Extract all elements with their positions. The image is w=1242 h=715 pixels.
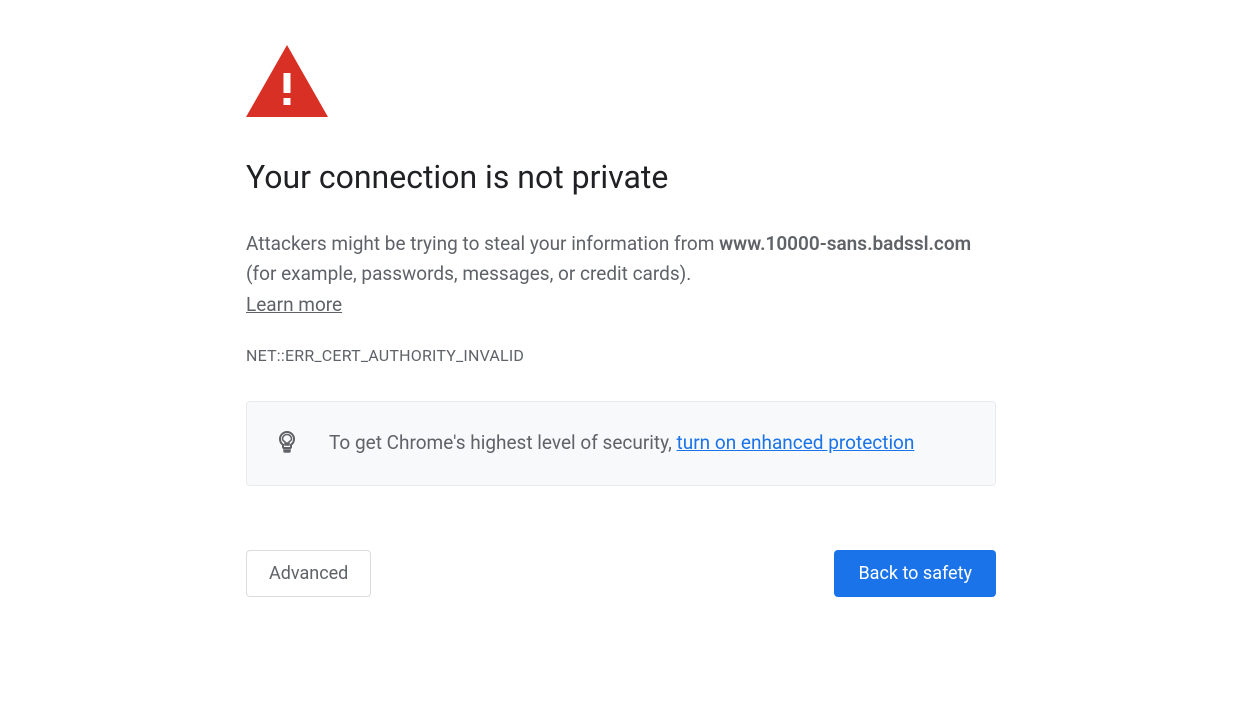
advanced-button[interactable]: Advanced — [246, 550, 371, 597]
back-to-safety-button[interactable]: Back to safety — [834, 550, 996, 597]
enhanced-protection-tip: To get Chrome's highest level of securit… — [246, 401, 996, 485]
enhanced-protection-link[interactable]: turn on enhanced protection — [677, 431, 915, 454]
body-suffix: (for example, passwords, messages, or cr… — [246, 262, 691, 285]
tip-text: To get Chrome's highest level of securit… — [329, 428, 914, 458]
error-code: NET::ERR_CERT_AUTHORITY_INVALID — [246, 346, 996, 365]
button-row: Advanced Back to safety — [246, 550, 996, 597]
ssl-error-page: Your connection is not private Attackers… — [246, 0, 996, 597]
learn-more-link[interactable]: Learn more — [246, 293, 342, 316]
warning-icon — [246, 45, 996, 117]
lightbulb-icon — [275, 430, 299, 458]
body-prefix: Attackers might be trying to steal your … — [246, 232, 719, 255]
tip-prefix: To get Chrome's highest level of securit… — [329, 431, 677, 454]
affected-domain: www.10000-sans.badssl.com — [719, 232, 971, 255]
page-title: Your connection is not private — [246, 157, 996, 197]
warning-body: Attackers might be trying to steal your … — [246, 229, 996, 320]
